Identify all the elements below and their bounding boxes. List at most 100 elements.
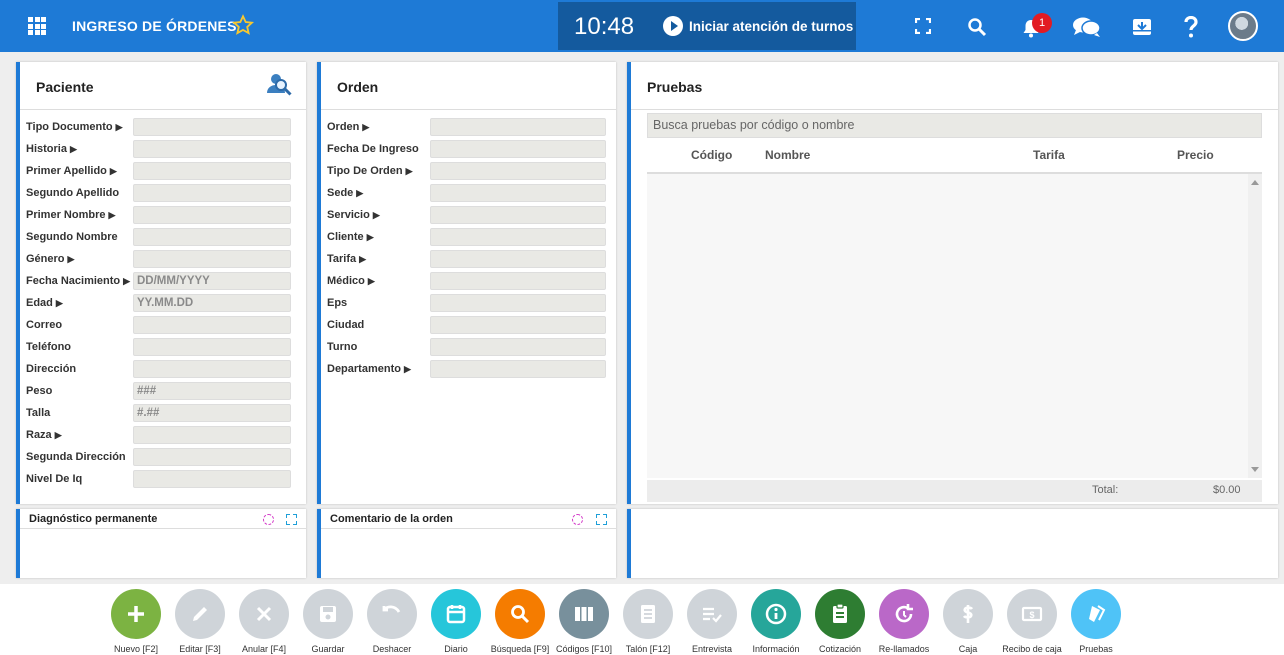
scroll-up-icon[interactable]	[1251, 180, 1259, 185]
input-turno[interactable]	[430, 338, 606, 356]
expand-arrow-icon[interactable]: ▶	[359, 254, 366, 264]
input-talla[interactable]: #.##	[133, 404, 291, 422]
play-icon[interactable]	[663, 16, 683, 36]
toolbar-button-circle[interactable]	[751, 589, 801, 639]
input-medico[interactable]	[430, 272, 606, 290]
star-icon[interactable]	[232, 14, 254, 36]
toolbar-button-circle[interactable]	[1071, 589, 1121, 639]
toolbar-button-circle[interactable]	[879, 589, 929, 639]
input-sede[interactable]	[430, 184, 606, 202]
column-header-codigo[interactable]: Código	[691, 148, 732, 162]
toolbar-button-circle[interactable]	[687, 589, 737, 639]
input-edad[interactable]: YY.MM.DD	[133, 294, 291, 312]
input-cliente[interactable]	[430, 228, 606, 246]
input-direccion[interactable]	[133, 360, 291, 378]
toolbar-button-circle[interactable]	[239, 589, 289, 639]
toolbar-button-circle[interactable]	[431, 589, 481, 639]
toolbar-button-guardar[interactable]: Guardar	[296, 589, 360, 654]
expand-arrow-icon[interactable]: ▶	[356, 188, 363, 198]
toolbar-button-entrevista[interactable]: Entrevista	[680, 589, 744, 654]
toolbar-button-caja[interactable]: Caja	[936, 589, 1000, 654]
input-orden[interactable]	[430, 118, 606, 136]
toolbar-button-pruebas[interactable]: Pruebas	[1064, 589, 1128, 654]
column-header-tarifa[interactable]: Tarifa	[1033, 148, 1065, 162]
input-nivel-de-iq[interactable]	[133, 470, 291, 488]
toolbar-button-informacion[interactable]: Información	[744, 589, 808, 654]
toolbar-button-cotizacion[interactable]: Cotización	[808, 589, 872, 654]
input-primer-nombre[interactable]	[133, 206, 291, 224]
toolbar-button-diario[interactable]: Diario	[424, 589, 488, 654]
toolbar-button-circle[interactable]: $	[1007, 589, 1057, 639]
chat-icon[interactable]	[1072, 16, 1102, 38]
toolbar-button-nuevo-f2[interactable]: Nuevo [F2]	[104, 589, 168, 654]
scroll-down-icon[interactable]	[1251, 467, 1259, 472]
input-segundo-nombre[interactable]	[133, 228, 291, 246]
toolbar-button-circle[interactable]	[623, 589, 673, 639]
history-icon[interactable]	[572, 514, 583, 525]
input-correo[interactable]	[133, 316, 291, 334]
toolbar-button-circle[interactable]	[111, 589, 161, 639]
avatar[interactable]	[1228, 11, 1258, 41]
toolbar-button-codigos-f10[interactable]: Códigos [F10]	[552, 589, 616, 654]
toolbar-button-circle[interactable]	[175, 589, 225, 639]
input-tipo-documento[interactable]	[133, 118, 291, 136]
fullscreen-icon[interactable]	[915, 18, 931, 34]
toolbar-button-circle[interactable]	[559, 589, 609, 639]
expand-arrow-icon[interactable]: ▶	[368, 276, 375, 286]
search-icon[interactable]	[967, 17, 987, 37]
apps-grid-icon[interactable]	[28, 17, 46, 35]
toolbar-button-circle[interactable]	[303, 589, 353, 639]
archive-icon[interactable]	[1132, 17, 1152, 37]
expand-arrow-icon[interactable]: ▶	[110, 166, 117, 176]
toolbar-button-anular-f4[interactable]: Anular [F4]	[232, 589, 296, 654]
expand-icon[interactable]	[286, 514, 297, 525]
input-segunda-direccion[interactable]	[133, 448, 291, 466]
column-header-precio[interactable]: Precio	[1177, 148, 1214, 162]
input-genero[interactable]	[133, 250, 291, 268]
expand-arrow-icon[interactable]: ▶	[123, 276, 130, 286]
expand-arrow-icon[interactable]: ▶	[362, 122, 369, 132]
expand-arrow-icon[interactable]: ▶	[56, 298, 63, 308]
input-raza[interactable]	[133, 426, 291, 444]
expand-arrow-icon[interactable]: ▶	[116, 122, 123, 132]
input-peso[interactable]: ###	[133, 382, 291, 400]
toolbar-button-circle[interactable]	[815, 589, 865, 639]
expand-arrow-icon[interactable]: ▶	[70, 144, 77, 154]
toolbar-button-editar-f3[interactable]: Editar [F3]	[168, 589, 232, 654]
expand-arrow-icon[interactable]: ▶	[406, 166, 413, 176]
expand-arrow-icon[interactable]: ▶	[404, 364, 411, 374]
input-tarifa[interactable]	[430, 250, 606, 268]
help-icon[interactable]	[1183, 16, 1199, 38]
input-primer-apellido[interactable]	[133, 162, 291, 180]
input-segundo-apellido[interactable]	[133, 184, 291, 202]
history-icon[interactable]	[263, 514, 274, 525]
input-fecha-de-ingreso[interactable]	[430, 140, 606, 158]
expand-arrow-icon[interactable]: ▶	[367, 232, 374, 242]
toolbar-button-deshacer[interactable]: Deshacer	[360, 589, 424, 654]
input-historia[interactable]	[133, 140, 291, 158]
toolbar-button-recibo-de-caja[interactable]: $ Recibo de caja	[1000, 589, 1064, 654]
expand-arrow-icon[interactable]: ▶	[108, 210, 115, 220]
start-turnos-button[interactable]: Iniciar atención de turnos	[689, 19, 853, 34]
toolbar-button-re-llamados[interactable]: Re-llamados	[872, 589, 936, 654]
toolbar-button-circle[interactable]	[495, 589, 545, 639]
toolbar-button-talon-f12[interactable]: Talón [F12]	[616, 589, 680, 654]
toolbar-button-busqueda-f9[interactable]: Búsqueda [F9]	[488, 589, 552, 654]
table-scrollbar[interactable]	[1248, 174, 1262, 478]
input-telefono[interactable]	[133, 338, 291, 356]
expand-arrow-icon[interactable]: ▶	[373, 210, 380, 220]
patient-search-icon[interactable]	[266, 72, 292, 98]
input-ciudad[interactable]	[430, 316, 606, 334]
input-servicio[interactable]	[430, 206, 606, 224]
toolbar-button-circle[interactable]	[943, 589, 993, 639]
pruebas-search-input[interactable]: Busca pruebas por código o nombre	[647, 113, 1262, 138]
expand-arrow-icon[interactable]: ▶	[55, 430, 62, 440]
input-fecha-nacimiento[interactable]: DD/MM/YYYY	[133, 272, 291, 290]
column-header-nombre[interactable]: Nombre	[765, 148, 810, 162]
input-departamento[interactable]	[430, 360, 606, 378]
toolbar-button-circle[interactable]	[367, 589, 417, 639]
input-tipo-de-orden[interactable]	[430, 162, 606, 180]
expand-icon[interactable]	[596, 514, 607, 525]
input-eps[interactable]	[430, 294, 606, 312]
expand-arrow-icon[interactable]: ▶	[68, 254, 75, 264]
